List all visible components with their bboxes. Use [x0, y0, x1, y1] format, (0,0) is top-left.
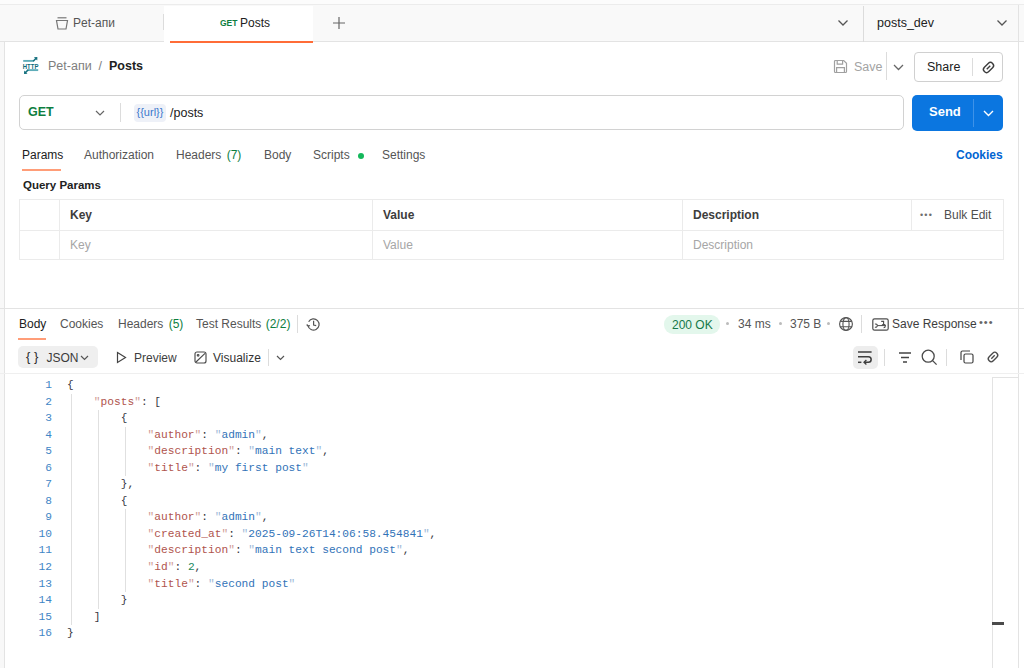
svg-text:HTTP: HTTP [23, 63, 39, 70]
